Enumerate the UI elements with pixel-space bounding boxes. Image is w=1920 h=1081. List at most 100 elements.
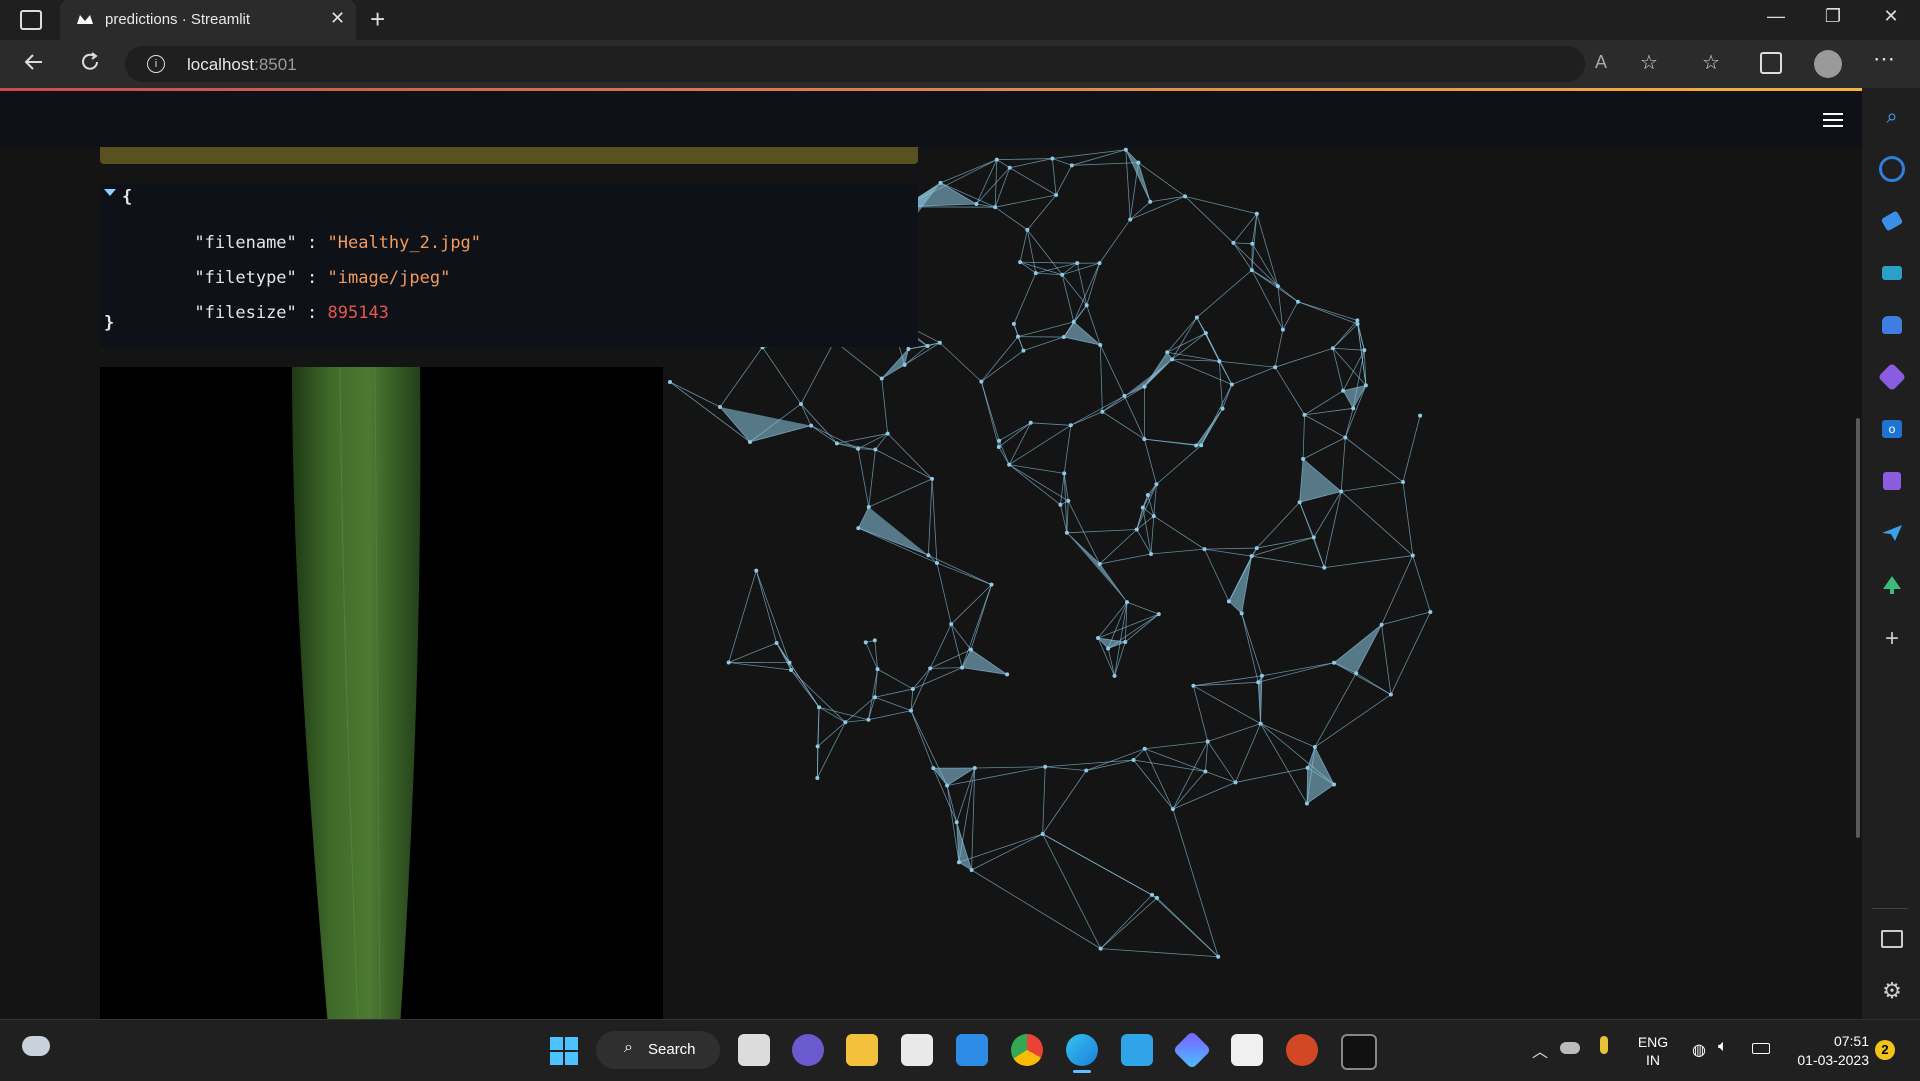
show-hidden-icons-icon[interactable]: ︿: [1532, 1038, 1548, 1062]
games-icon[interactable]: [1879, 312, 1905, 338]
edge-icon[interactable]: [1066, 1034, 1098, 1066]
onedrive-icon[interactable]: [1560, 1042, 1580, 1054]
network-icon[interactable]: ◍: [1692, 1040, 1706, 1060]
network-facet: [1300, 459, 1342, 502]
notification-badge[interactable]: 2: [1875, 1040, 1895, 1060]
network-edge: [1193, 686, 1260, 724]
network-edge: [913, 668, 930, 689]
favorites-icon[interactable]: ☆: [1702, 50, 1720, 75]
remote-desktop-icon[interactable]: [1121, 1034, 1153, 1066]
network-node: [1106, 646, 1110, 650]
network-node: [969, 648, 973, 652]
paint-icon[interactable]: [1231, 1034, 1263, 1066]
network-edge: [1298, 302, 1358, 324]
network-edge: [869, 479, 932, 507]
outlook-icon[interactable]: o: [1879, 416, 1905, 442]
powerpoint-icon[interactable]: [1286, 1034, 1318, 1066]
network-node: [873, 447, 877, 451]
minimize-icon[interactable]: —: [1753, 6, 1799, 27]
network-edge: [869, 449, 876, 507]
network-node: [1183, 194, 1187, 198]
microsoft-store-icon[interactable]: [901, 1034, 933, 1066]
mail-icon[interactable]: [956, 1034, 988, 1066]
network-edge: [995, 207, 1027, 230]
network-facet: [1334, 625, 1382, 674]
network-edge: [1382, 625, 1391, 695]
tools-icon[interactable]: [1879, 260, 1905, 286]
network-edge: [888, 434, 932, 479]
send-icon[interactable]: [1879, 520, 1905, 546]
refresh-icon[interactable]: [78, 50, 102, 79]
network-edge: [1067, 501, 1068, 533]
task-view-icon[interactable]: [738, 1034, 770, 1066]
maximize-icon[interactable]: ❐: [1810, 6, 1856, 27]
collections-icon[interactable]: [1760, 52, 1782, 74]
language-indicator[interactable]: ENG IN: [1628, 1033, 1678, 1069]
collapse-caret-icon[interactable]: [104, 189, 116, 196]
split-screen-icon[interactable]: [1879, 926, 1905, 952]
network-edge: [911, 711, 933, 768]
tree-icon[interactable]: [1879, 572, 1905, 598]
office-icon[interactable]: [1879, 364, 1905, 390]
network-edge: [1087, 263, 1100, 305]
start-button[interactable]: [550, 1037, 578, 1065]
new-tab-icon[interactable]: +: [370, 4, 385, 35]
close-window-icon[interactable]: ✕: [1868, 6, 1914, 27]
address-bar[interactable]: i localhost:8501: [125, 46, 1585, 82]
network-node: [1199, 443, 1203, 447]
network-edge: [1305, 391, 1344, 415]
network-node: [1339, 489, 1343, 493]
shopping-icon[interactable]: [1879, 208, 1905, 234]
add-favorite-icon[interactable]: ☆: [1640, 50, 1658, 75]
search-icon[interactable]: ⌕: [1879, 104, 1905, 130]
clock[interactable]: 07:51 01-03-2023: [1785, 1032, 1869, 1070]
network-edge: [882, 379, 888, 434]
read-aloud-icon[interactable]: A: [1595, 52, 1607, 73]
microphone-icon[interactable]: [1600, 1036, 1608, 1054]
designer-icon[interactable]: [1879, 468, 1905, 494]
teams-chat-icon[interactable]: [792, 1034, 824, 1066]
json-separator: :: [297, 303, 328, 323]
sidebar-scrollbar[interactable]: [1856, 418, 1860, 838]
taskbar-search[interactable]: ⌕ Search: [596, 1031, 720, 1069]
terminal-icon[interactable]: [1341, 1034, 1377, 1070]
network-edge: [1223, 384, 1232, 408]
site-info-icon[interactable]: i: [147, 55, 165, 73]
network-node: [970, 868, 974, 872]
battery-icon[interactable]: [1752, 1043, 1770, 1054]
network-edge: [1219, 361, 1275, 367]
browser-tab[interactable]: predictions · Streamlit ✕: [60, 0, 356, 40]
network-edge: [1151, 549, 1205, 554]
network-edge: [959, 834, 1043, 862]
network-node: [1125, 600, 1129, 604]
more-menu-icon[interactable]: ⋯: [1873, 46, 1895, 72]
network-edge: [1086, 749, 1145, 771]
back-icon[interactable]: [22, 50, 46, 79]
profile-avatar[interactable]: [1814, 50, 1842, 78]
json-entry: "filesize" : 895143: [133, 283, 389, 343]
add-icon[interactable]: +: [1879, 626, 1905, 652]
bing-icon[interactable]: [1879, 156, 1905, 182]
weather-icon[interactable]: [22, 1036, 50, 1056]
network-node: [1259, 722, 1263, 726]
network-edge: [1173, 782, 1236, 809]
file-explorer-icon[interactable]: [846, 1034, 878, 1066]
network-edge: [791, 670, 819, 707]
volume-icon[interactable]: 🔈︎: [1718, 1038, 1728, 1056]
power-automate-icon[interactable]: [1173, 1031, 1211, 1069]
network-edge: [1072, 163, 1138, 166]
hamburger-menu-icon[interactable]: [1823, 113, 1843, 127]
chrome-icon[interactable]: [1011, 1034, 1043, 1066]
network-edge: [1278, 286, 1283, 329]
close-tab-icon[interactable]: ✕: [330, 8, 345, 29]
network-edge: [1233, 243, 1252, 244]
settings-icon[interactable]: ⚙: [1879, 978, 1905, 1004]
network-node: [1018, 260, 1022, 264]
network-facet: [1064, 322, 1100, 345]
network-node: [1050, 157, 1054, 161]
tab-actions-icon[interactable]: [20, 10, 42, 30]
network-edge: [1205, 549, 1229, 601]
network-node: [989, 583, 993, 587]
network-edge: [1167, 317, 1197, 352]
network-edge: [999, 441, 1009, 465]
